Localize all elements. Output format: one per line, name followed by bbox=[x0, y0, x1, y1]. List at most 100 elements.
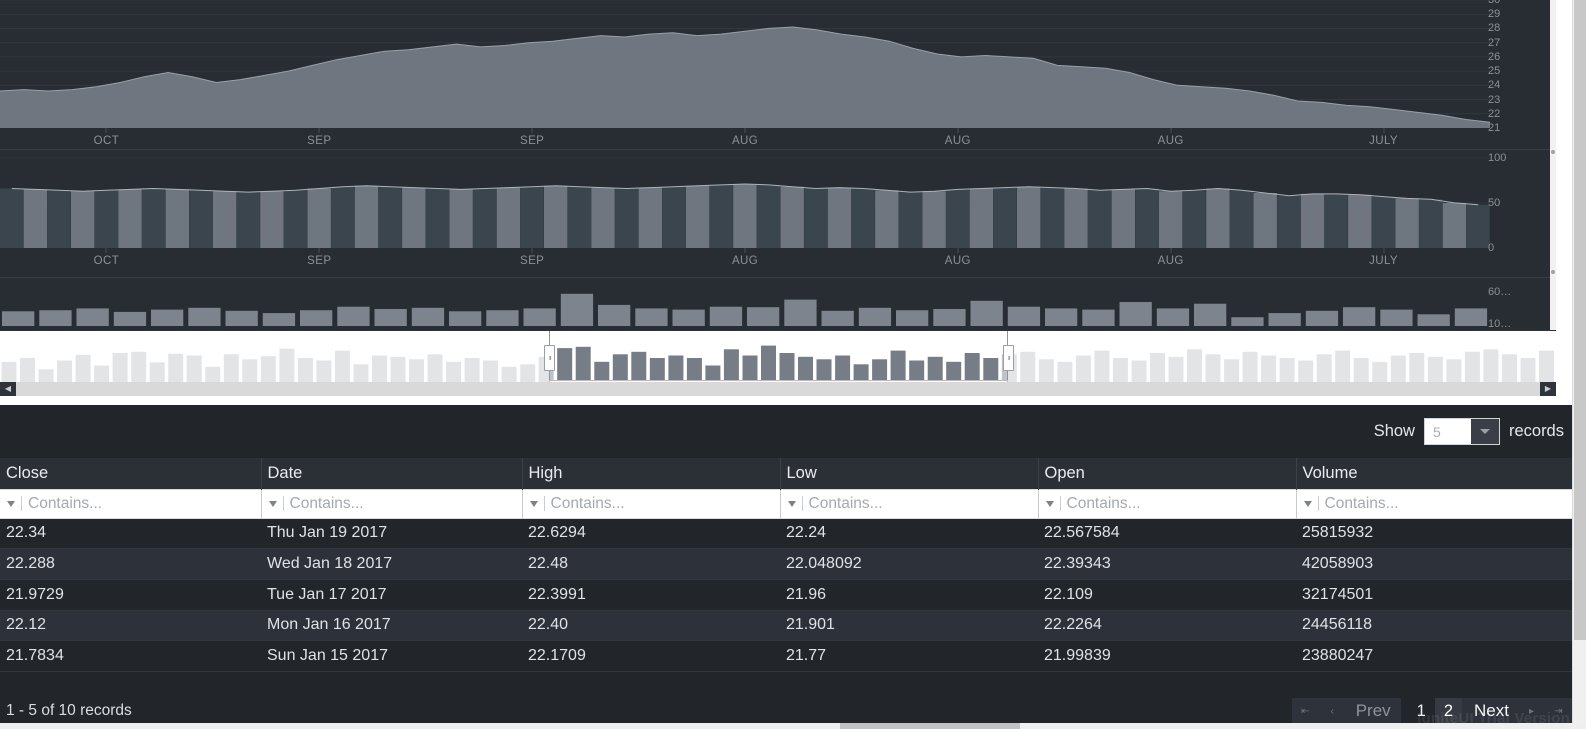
range-shade-left bbox=[0, 331, 550, 382]
cell-high: 22.1709 bbox=[522, 640, 780, 672]
filter-wrapper bbox=[262, 490, 521, 517]
filter-cell-open[interactable] bbox=[1038, 488, 1297, 519]
column-header-high[interactable]: High bbox=[522, 458, 781, 489]
prev-page-arrow[interactable]: ‹ bbox=[1318, 697, 1346, 725]
volume-plot[interactable] bbox=[0, 278, 1490, 330]
x-tick-label: AUG bbox=[731, 135, 759, 147]
page-button-2[interactable]: 2 bbox=[1434, 697, 1463, 725]
table-head: Close Date High Low Open Volume bbox=[0, 458, 1586, 519]
column-header-volume[interactable]: Volume bbox=[1296, 458, 1586, 489]
range-handle-left[interactable]: ıı bbox=[544, 345, 556, 371]
x-tick-label: SEP bbox=[307, 255, 332, 267]
table-row[interactable]: 21.7834 Sun Jan 15 2017 22.1709 21.77 21.998… bbox=[0, 640, 1586, 672]
next-page-arrow[interactable]: ▸ bbox=[1518, 697, 1545, 725]
price-area-svg bbox=[0, 0, 1490, 128]
table-row[interactable]: 22.288 Wed Jan 18 2017 22.48 22.048092 22.39… bbox=[0, 548, 1586, 580]
scroll-marker-top bbox=[1551, 150, 1555, 154]
filter-cell-date[interactable] bbox=[261, 488, 523, 519]
filter-funnel-icon[interactable] bbox=[1045, 500, 1054, 507]
x-tick-mark bbox=[744, 248, 746, 253]
x-tick-label: AUG bbox=[731, 255, 759, 267]
price-area-chart-panel[interactable]: 30 29 28 27 26 25 24 23 22 21 OCT SEP SEP AUG AUG AUG J… bbox=[0, 0, 1556, 158]
range-scroll-right-button[interactable]: ▶ bbox=[1540, 382, 1556, 396]
cell-date: Mon Jan 16 2017 bbox=[261, 610, 522, 642]
cell-open: 22.39343 bbox=[1038, 548, 1296, 580]
filter-input-low[interactable] bbox=[808, 494, 1037, 513]
secondary-column-plot[interactable] bbox=[0, 150, 1490, 248]
cell-volume: 42058903 bbox=[1296, 548, 1586, 580]
x-tick-mark bbox=[1383, 248, 1385, 253]
pagination-controls[interactable]: ⇤ ‹ Prev 1 2 Next ▸ ⇥ bbox=[1291, 697, 1572, 725]
filter-input-open[interactable] bbox=[1066, 494, 1295, 513]
table-row[interactable]: 22.34 Thu Jan 19 2017 22.6294 22.24 22.56758… bbox=[0, 518, 1586, 550]
cell-low: 21.901 bbox=[780, 610, 1038, 642]
price-area-plot[interactable] bbox=[0, 0, 1490, 128]
column-header-low[interactable]: Low bbox=[780, 458, 1039, 489]
page-horizontal-scroll-thumb[interactable] bbox=[840, 723, 1020, 729]
cell-date: Sun Jan 15 2017 bbox=[261, 640, 522, 672]
price-y-axis: 30 29 28 27 26 25 24 23 22 21 bbox=[1486, 0, 1520, 134]
first-page-button[interactable]: ⇤ bbox=[1291, 697, 1319, 725]
filter-funnel-icon[interactable] bbox=[529, 500, 538, 507]
y-tick-label: 28 bbox=[1488, 22, 1501, 35]
x-tick-label: SEP bbox=[307, 135, 332, 147]
filter-funnel-icon[interactable] bbox=[1303, 500, 1312, 507]
y-tick-label: 50 bbox=[1488, 196, 1501, 209]
filter-input-high[interactable] bbox=[550, 494, 779, 513]
cell-high: 22.40 bbox=[522, 610, 780, 642]
page-horizontal-scrollbar[interactable] bbox=[0, 723, 1586, 729]
filter-funnel-icon[interactable] bbox=[7, 500, 15, 507]
column-header-date[interactable]: Date bbox=[261, 458, 523, 489]
app-root: 30 29 28 27 26 25 24 23 22 21 OCT SEP SEP AUG AUG AUG J… bbox=[0, 0, 1586, 729]
cell-low: 22.048092 bbox=[780, 548, 1038, 580]
filter-input-close[interactable] bbox=[28, 494, 260, 513]
filter-divider bbox=[1317, 496, 1319, 511]
cell-open: 22.567584 bbox=[1038, 518, 1296, 550]
pager-next-group: Next ▸ ⇥ bbox=[1462, 697, 1572, 725]
x-tick-mark bbox=[1383, 128, 1385, 133]
page-size-input[interactable] bbox=[1424, 419, 1471, 444]
filter-cell-low[interactable] bbox=[780, 488, 1039, 519]
records-summary: 1 - 5 of 10 records bbox=[6, 702, 132, 719]
last-page-button[interactable]: ⇥ bbox=[1545, 697, 1572, 725]
x-tick-label: AUG bbox=[1157, 255, 1184, 267]
volume-chart-panel[interactable]: 60… 10… bbox=[0, 278, 1556, 330]
range-scroll-left-button[interactable]: ◀ bbox=[0, 382, 16, 396]
y-tick-label: 23 bbox=[1488, 93, 1501, 106]
filter-cell-high[interactable] bbox=[522, 488, 781, 519]
y-tick-label: 25 bbox=[1488, 65, 1501, 78]
range-handle-right[interactable]: ıı bbox=[1003, 345, 1015, 371]
chart-vertical-scrollbar[interactable] bbox=[1550, 0, 1556, 330]
filter-input-date[interactable] bbox=[289, 494, 521, 513]
table-row[interactable]: 22.12 Mon Jan 16 2017 22.40 21.901 22.2264 24… bbox=[0, 610, 1586, 642]
cell-close: 22.34 bbox=[0, 518, 261, 550]
y-tick-label: 27 bbox=[1488, 36, 1501, 49]
table-row[interactable]: 21.9729 Tue Jan 17 2017 22.3991 21.96 22.109… bbox=[0, 579, 1586, 611]
x-tick-label: JULY bbox=[1369, 135, 1398, 147]
column-header-close[interactable]: Close bbox=[0, 458, 262, 489]
filter-cell-volume[interactable] bbox=[1296, 488, 1586, 519]
prev-page-button[interactable]: Prev bbox=[1345, 697, 1401, 725]
x-tick-mark bbox=[531, 248, 533, 253]
page-button-1[interactable]: 1 bbox=[1408, 698, 1435, 725]
x-tick-label: JULY bbox=[1369, 255, 1398, 267]
cell-open: 22.109 bbox=[1038, 579, 1296, 611]
page-vertical-scroll-thumb[interactable] bbox=[1574, 0, 1586, 640]
filter-funnel-icon[interactable] bbox=[268, 500, 277, 507]
x-tick-mark bbox=[318, 128, 320, 133]
range-scroll-track[interactable] bbox=[0, 382, 1556, 396]
secondary-column-chart-panel[interactable]: 100 50 0 OCT SEP SEP AUG AUG AUG JULY bbox=[0, 150, 1556, 278]
filter-funnel-icon[interactable] bbox=[787, 500, 796, 507]
next-page-button[interactable]: Next bbox=[1462, 697, 1518, 725]
column-header-open[interactable]: Open bbox=[1038, 458, 1297, 489]
filter-cell-close[interactable] bbox=[0, 488, 262, 519]
page-vertical-scrollbar[interactable] bbox=[1572, 0, 1586, 729]
table-filter-row[interactable] bbox=[0, 488, 1586, 519]
page-size-dropdown-button[interactable] bbox=[1470, 419, 1499, 444]
cell-date: Tue Jan 17 2017 bbox=[261, 579, 522, 611]
x-tick-label: AUG bbox=[1157, 135, 1184, 147]
records-table: CloseDateHighLowOpenVolume 22.34Thu Jan … bbox=[0, 458, 1586, 672]
page-size-dropdown[interactable] bbox=[1423, 418, 1500, 445]
range-selector[interactable]: ııı ıı ıı ◀ ▶ bbox=[0, 330, 1556, 396]
filter-input-volume[interactable] bbox=[1324, 494, 1586, 513]
